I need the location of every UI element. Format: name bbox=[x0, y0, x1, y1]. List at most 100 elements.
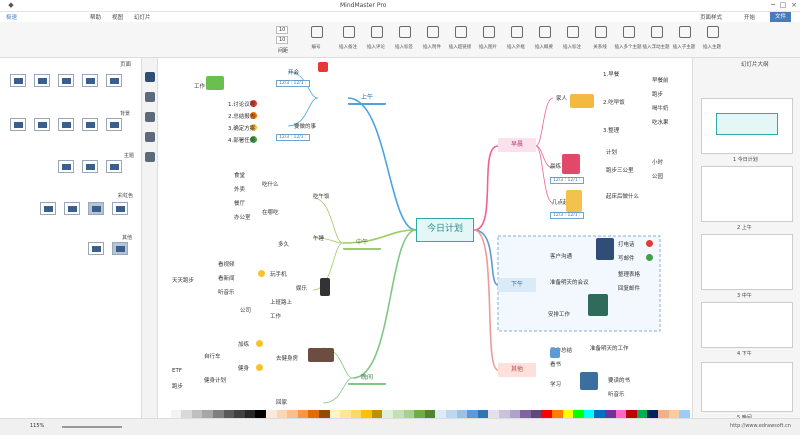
rainbow-tile-3[interactable] bbox=[88, 202, 104, 215]
insert-note-button[interactable]: 插入备注 bbox=[334, 24, 362, 56]
other-tile-2[interactable] bbox=[112, 242, 128, 255]
maximize-button[interactable]: □ bbox=[778, 1, 788, 10]
theme-tile-2[interactable] bbox=[82, 160, 98, 173]
noon-canteen[interactable]: 食堂 bbox=[234, 171, 245, 179]
style-icon[interactable] bbox=[145, 92, 155, 102]
palette-swatch[interactable] bbox=[318, 410, 330, 418]
menu-file[interactable]: 文件 bbox=[770, 12, 792, 22]
palette-swatch[interactable] bbox=[297, 410, 309, 418]
insert-tag-button[interactable]: 插入标签 bbox=[390, 24, 418, 56]
noon-lunch[interactable]: 吃午饭 bbox=[313, 192, 330, 200]
palette-swatch[interactable] bbox=[679, 410, 690, 418]
palette-swatch[interactable] bbox=[287, 410, 298, 418]
slide-thumb-5[interactable] bbox=[701, 362, 793, 412]
palette-swatch[interactable] bbox=[414, 410, 425, 418]
morning-sub-3[interactable]: 3.整理 bbox=[603, 126, 619, 134]
noon-where[interactable]: 在哪吃 bbox=[262, 208, 279, 216]
layout-tile-5[interactable] bbox=[106, 74, 122, 87]
palette-swatch[interactable] bbox=[647, 410, 658, 418]
forenoon-task-3[interactable]: 3.确定方案 bbox=[228, 124, 255, 132]
morning-leaf-2[interactable]: 跑步 bbox=[652, 90, 663, 98]
other-tomorrow[interactable]: 准备明天的工作 bbox=[590, 344, 629, 352]
evening-bike[interactable]: 自行车 bbox=[204, 352, 221, 360]
palette-swatch[interactable] bbox=[191, 410, 203, 418]
noon-video[interactable]: 看视频 bbox=[218, 260, 235, 268]
topic-other[interactable]: 其他 bbox=[498, 363, 536, 377]
palette-swatch[interactable] bbox=[541, 410, 552, 418]
morning-sub-1[interactable]: 1.早餐 bbox=[603, 70, 619, 78]
palette-swatch[interactable] bbox=[361, 410, 372, 418]
other-study[interactable]: 学习 bbox=[550, 380, 561, 388]
zoom-slider[interactable] bbox=[62, 426, 122, 428]
theme-tile-3[interactable] bbox=[106, 160, 122, 173]
evening-workout[interactable]: 健身 bbox=[238, 364, 249, 372]
noon-company[interactable]: 公司 bbox=[240, 306, 251, 314]
morning-exercise[interactable]: 晨练 bbox=[550, 162, 561, 170]
menu-page-style[interactable]: 页面样式 bbox=[700, 13, 722, 21]
evening-gym[interactable]: 去健身房 bbox=[276, 354, 298, 362]
bg-tile-5[interactable] bbox=[106, 118, 122, 131]
palette-swatch[interactable] bbox=[626, 410, 637, 418]
layout-tile-2[interactable] bbox=[34, 74, 50, 87]
palette-swatch[interactable] bbox=[255, 410, 266, 418]
palette-swatch[interactable] bbox=[520, 410, 531, 418]
rainbow-tile-2[interactable] bbox=[64, 202, 80, 215]
other-tile-1[interactable] bbox=[88, 242, 104, 255]
palette-swatch[interactable] bbox=[668, 410, 680, 418]
morning-leaf-4[interactable]: 吃水果 bbox=[652, 118, 669, 126]
insert-summary-button[interactable]: 插入概要 bbox=[530, 24, 558, 56]
slide-thumb-4[interactable] bbox=[701, 302, 793, 348]
morning-leaf-1[interactable]: 早餐前 bbox=[652, 76, 669, 84]
date-morning-1[interactable]: 12/3 : 12/1 : bbox=[550, 177, 584, 184]
palette-swatch[interactable] bbox=[371, 410, 383, 418]
date-forenoon-1[interactable]: 12/3 : 12/1 : bbox=[276, 80, 310, 87]
bg-tile-2[interactable] bbox=[34, 118, 50, 131]
noon-work[interactable]: 工作 bbox=[270, 312, 281, 320]
task-icon[interactable] bbox=[145, 152, 155, 162]
menu-start[interactable]: 开始 bbox=[744, 13, 755, 21]
bg-tile-1[interactable] bbox=[10, 118, 26, 131]
evening-run[interactable]: 跑步 bbox=[172, 382, 183, 390]
afternoon-reply[interactable]: 回复邮件 bbox=[618, 284, 640, 292]
slide-thumb-2[interactable] bbox=[701, 166, 793, 222]
palette-swatch[interactable] bbox=[594, 410, 605, 418]
noon-what[interactable]: 吃什么 bbox=[262, 180, 279, 188]
morning-run[interactable]: 跑步三公里 bbox=[606, 166, 634, 174]
morning-item-0[interactable]: 家人 bbox=[556, 94, 567, 102]
afternoon-arrange[interactable]: 安排工作 bbox=[548, 310, 570, 318]
zoom-level[interactable]: 115% bbox=[30, 423, 44, 429]
palette-swatch[interactable] bbox=[499, 410, 510, 418]
palette-swatch[interactable] bbox=[604, 410, 616, 418]
palette-swatch[interactable] bbox=[583, 410, 595, 418]
noon-news[interactable]: 看新闻 bbox=[218, 274, 235, 282]
font-size-b[interactable]: 10 bbox=[276, 36, 289, 44]
insert-callout-button[interactable]: 插入标注 bbox=[558, 24, 586, 56]
evening-etf[interactable]: ETF bbox=[172, 368, 182, 374]
forenoon-work[interactable]: 工作 bbox=[194, 82, 205, 90]
evening-home[interactable]: 回家 bbox=[276, 398, 287, 406]
noon-commute[interactable]: 上班路上 bbox=[270, 298, 292, 306]
palette-swatch[interactable] bbox=[393, 410, 404, 418]
insert-hyperlink-button[interactable]: 插入超链接 bbox=[446, 24, 474, 56]
date-forenoon-2[interactable]: 12/3 : 12/1 : bbox=[276, 134, 310, 141]
palette-swatch[interactable] bbox=[657, 410, 669, 418]
palette-swatch[interactable] bbox=[308, 410, 319, 418]
insert-subtopic-button[interactable]: 插入子主题 bbox=[670, 24, 698, 56]
layout-tile-3[interactable] bbox=[58, 74, 74, 87]
topic-forenoon[interactable]: 上午 bbox=[348, 91, 386, 105]
insert-attachment-button[interactable]: 插入附件 bbox=[418, 24, 446, 56]
theme-tile-1[interactable] bbox=[58, 160, 74, 173]
noon-nap[interactable]: 午睡 bbox=[313, 234, 324, 242]
close-button[interactable]: × bbox=[789, 1, 799, 10]
rainbow-tile-4[interactable] bbox=[112, 202, 128, 215]
outline-icon[interactable] bbox=[145, 132, 155, 142]
afternoon-table[interactable]: 整理表格 bbox=[618, 270, 640, 278]
noon-phone[interactable]: 玩手机 bbox=[270, 270, 287, 278]
palette-swatch[interactable] bbox=[403, 410, 415, 418]
central-topic[interactable]: 今日计划 bbox=[416, 218, 474, 242]
layout-tile-4[interactable] bbox=[82, 74, 98, 87]
other-music[interactable]: 听音乐 bbox=[608, 390, 625, 398]
palette-swatch[interactable] bbox=[435, 410, 447, 418]
morning-sub-2[interactable]: 2.吃早饭 bbox=[603, 98, 625, 106]
insert-comment-button[interactable]: 插入评论 bbox=[362, 24, 390, 56]
